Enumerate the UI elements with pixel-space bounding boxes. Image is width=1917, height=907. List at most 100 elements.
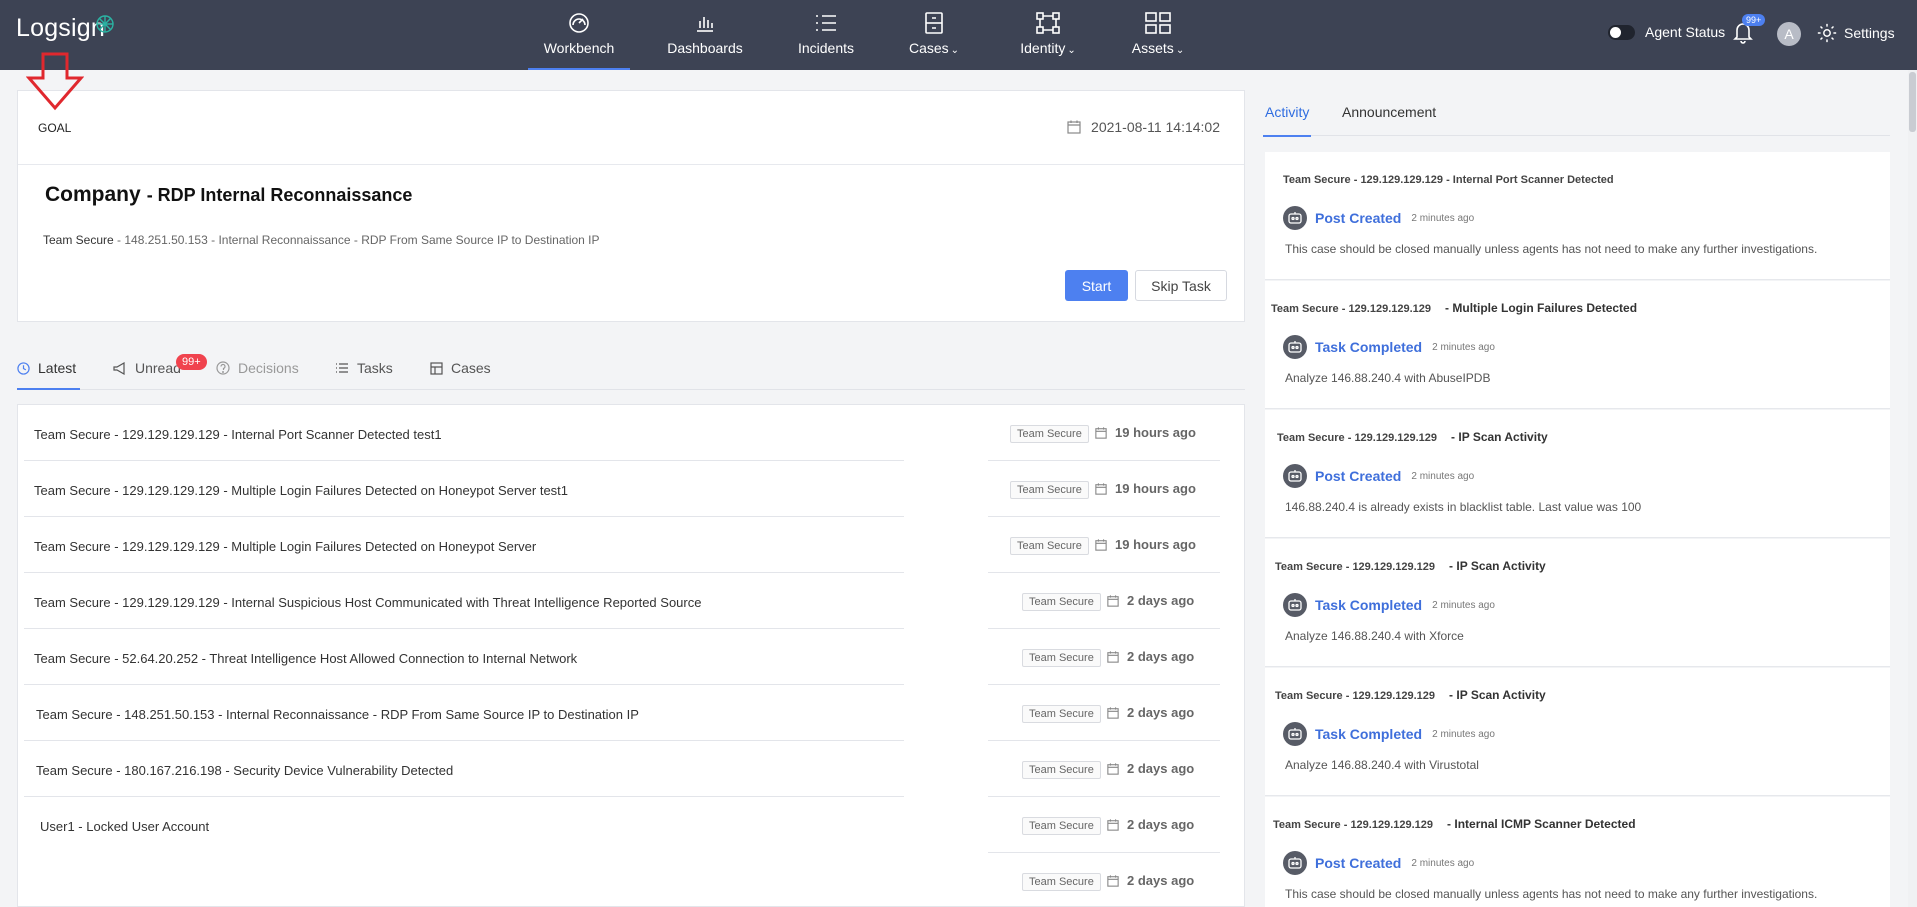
feed-row[interactable]: Team Secure 2 days ago	[18, 853, 1244, 906]
activity-time: 2 minutes ago	[1411, 470, 1475, 482]
cabinet-icon	[923, 10, 945, 36]
tab-decisions[interactable]: Decisions	[216, 360, 299, 376]
gear-icon	[1817, 23, 1837, 43]
logo-mark-icon	[96, 15, 114, 33]
chevron-down-icon: ⌄	[1175, 45, 1185, 56]
feed-row[interactable]: Team Secure - 148.251.50.153 - Internal …	[18, 685, 1244, 741]
feed-row[interactable]: Team Secure - 129.129.129.129 - Multiple…	[18, 517, 1244, 573]
top-navbar: Logsign Workbench Dashboards Incidents C…	[0, 0, 1917, 70]
feed-time: 2 days ago	[1107, 817, 1194, 832]
calendar-icon	[1067, 120, 1081, 134]
nav-identity[interactable]: Identity ⌄	[1014, 0, 1082, 70]
calendar-icon	[1095, 426, 1107, 439]
goal-label: GOAL	[38, 121, 72, 135]
activity-source: Team Secure - 129.129.129.129- Multiple …	[1271, 301, 1638, 315]
activity-card[interactable]: Team Secure - 129.129.129.129 - Internal…	[1265, 152, 1890, 280]
feed-title: Team Secure - 129.129.129.129 - Internal…	[34, 427, 442, 442]
clock-icon	[17, 361, 30, 375]
tab-latest[interactable]: Latest	[17, 360, 81, 390]
settings-label: Settings	[1844, 25, 1895, 41]
team-tag: Team Secure	[1010, 537, 1089, 555]
tab-announcement[interactable]: Announcement	[1342, 104, 1436, 120]
avatar[interactable]: A	[1777, 22, 1801, 46]
robot-icon	[1283, 593, 1307, 617]
agent-status-label: Agent Status	[1645, 24, 1726, 40]
team-tag: Team Secure	[1022, 817, 1101, 835]
feed-row[interactable]: Team Secure - 129.129.129.129 - Internal…	[18, 405, 1244, 461]
nav-incidents[interactable]: Incidents	[791, 0, 861, 70]
robot-icon	[1283, 722, 1307, 746]
activity-text: Analyze 146.88.240.4 with AbuseIPDB	[1285, 371, 1491, 385]
calendar-icon	[1107, 706, 1119, 719]
activity-source: Team Secure - 129.129.129.129 - Internal…	[1283, 174, 1614, 186]
activity-card[interactable]: Team Secure - 129.129.129.129- IP Scan A…	[1265, 410, 1890, 538]
activity-source: Team Secure - 129.129.129.129- IP Scan A…	[1277, 430, 1548, 444]
activity-type[interactable]: Task Completed	[1315, 339, 1422, 355]
tab-cases[interactable]: Cases	[430, 360, 491, 376]
feed-title: Team Secure - 180.167.216.198 - Security…	[36, 763, 454, 778]
feed-time: 2 days ago	[1107, 705, 1194, 720]
goal-header: GOAL 2021-08-11 14:14:02	[18, 91, 1244, 165]
feed-row[interactable]: Team Secure - 180.167.216.198 - Security…	[18, 741, 1244, 797]
feed-row[interactable]: Team Secure - 129.129.129.129 - Internal…	[18, 573, 1244, 629]
tab-unread[interactable]: Unread	[113, 360, 181, 376]
activity-type[interactable]: Task Completed	[1315, 597, 1422, 613]
activity-text: Analyze 146.88.240.4 with Virustotal	[1285, 758, 1479, 772]
activity-meta: Post Created 2 minutes ago	[1283, 851, 1474, 875]
calendar-icon	[1107, 874, 1119, 887]
feed-time: 2 days ago	[1107, 761, 1194, 776]
activity-card[interactable]: Team Secure - 129.129.129.129- IP Scan A…	[1265, 668, 1890, 796]
start-button[interactable]: Start	[1065, 270, 1128, 301]
feed-time: 19 hours ago	[1095, 537, 1196, 552]
calendar-icon	[1095, 538, 1107, 551]
right-panel-tabs: Activity Announcement	[1262, 90, 1890, 137]
nav-dashboards[interactable]: Dashboards	[665, 0, 745, 70]
goal-card: GOAL 2021-08-11 14:14:02 Company - RDP I…	[17, 90, 1245, 322]
team-tag: Team Secure	[1022, 649, 1101, 667]
activity-source: Team Secure - 129.129.129.129- IP Scan A…	[1275, 559, 1546, 573]
tab-tasks[interactable]: Tasks	[335, 360, 393, 376]
feed-time: 2 days ago	[1107, 593, 1194, 608]
arrow-down-icon	[26, 52, 84, 111]
goal-title: Company - RDP Internal Reconnaissance	[45, 183, 412, 207]
notification-badge: 99+	[1742, 14, 1766, 26]
activity-list: Team Secure - 129.129.129.129 - Internal…	[1265, 152, 1890, 907]
nav-assets[interactable]: Assets ⌄	[1126, 0, 1190, 70]
activity-time: 2 minutes ago	[1411, 857, 1475, 869]
list-icon	[336, 363, 348, 373]
calendar-icon	[1107, 650, 1119, 663]
activity-meta: Task Completed 2 minutes ago	[1283, 593, 1495, 617]
activity-card[interactable]: Team Secure - 129.129.129.129- Multiple …	[1265, 281, 1890, 409]
activity-type[interactable]: Post Created	[1315, 210, 1401, 226]
nav-cases[interactable]: Cases ⌄	[904, 0, 964, 70]
activity-text: Analyze 146.88.240.4 with Xforce	[1285, 629, 1464, 643]
calendar-icon	[1095, 482, 1107, 495]
activity-time: 2 minutes ago	[1432, 599, 1495, 611]
activity-type[interactable]: Task Completed	[1315, 726, 1422, 742]
feed-row[interactable]: Team Secure - 129.129.129.129 - Multiple…	[18, 461, 1244, 517]
agent-status-toggle[interactable]	[1608, 24, 1635, 40]
team-tag: Team Secure	[1022, 873, 1101, 891]
goal-company: Company	[45, 183, 141, 206]
activity-source: Team Secure - 129.129.129.129- Internal …	[1273, 817, 1636, 831]
nav-workbench[interactable]: Workbench	[528, 0, 630, 70]
goal-date: 2021-08-11 14:14:02	[1067, 119, 1220, 135]
feed-title: Team Secure - 148.251.50.153 - Internal …	[36, 707, 639, 722]
feed-row[interactable]: Team Secure - 52.64.20.252 - Threat Inte…	[18, 629, 1244, 685]
feed-title: User1 - Locked User Account	[40, 819, 210, 834]
page-scrollbar[interactable]	[1908, 70, 1917, 907]
activity-type[interactable]: Post Created	[1315, 468, 1401, 484]
skip-task-button[interactable]: Skip Task	[1135, 270, 1227, 301]
team-tag: Team Secure	[1022, 593, 1101, 611]
feed-time: 19 hours ago	[1095, 425, 1196, 440]
activity-card[interactable]: Team Secure - 129.129.129.129- IP Scan A…	[1265, 539, 1890, 667]
settings-button[interactable]: Settings	[1816, 22, 1895, 44]
tab-activity[interactable]: Activity	[1262, 104, 1312, 137]
calendar-icon	[1107, 594, 1119, 607]
goal-title-suffix: - RDP Internal Reconnaissance	[146, 185, 413, 205]
team-tag: Team Secure	[1010, 425, 1089, 443]
activity-source: Team Secure - 129.129.129.129- IP Scan A…	[1275, 688, 1546, 702]
feed-row[interactable]: User1 - Locked User Account Team Secure …	[18, 797, 1244, 853]
activity-card[interactable]: Team Secure - 129.129.129.129- Internal …	[1265, 797, 1890, 907]
activity-type[interactable]: Post Created	[1315, 855, 1401, 871]
